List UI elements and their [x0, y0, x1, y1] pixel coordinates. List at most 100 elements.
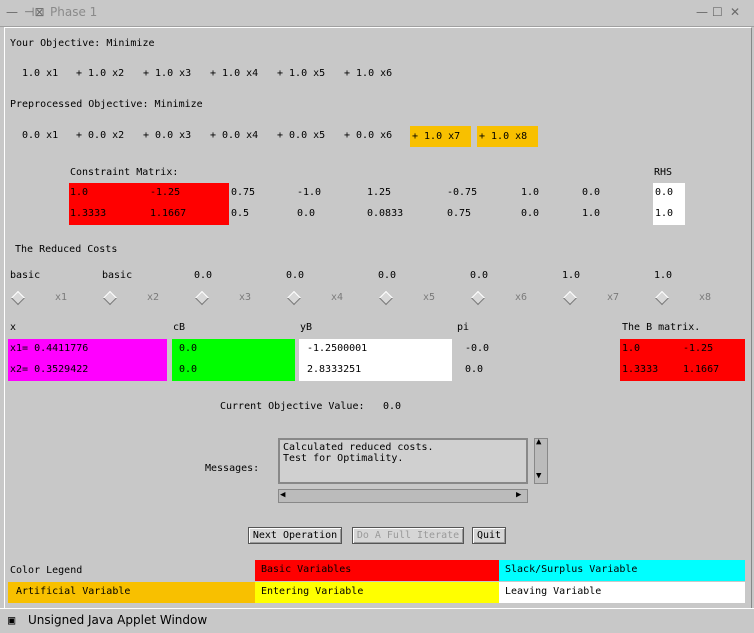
- b-matrix-header: The B matrix.: [622, 322, 701, 333]
- x-value: x1= 0.4411776: [10, 343, 89, 354]
- radio-label-x7: x7: [607, 292, 620, 303]
- preprocessed-term: + 0.0 x5: [277, 130, 326, 141]
- window-menu-icon[interactable]: —: [6, 5, 18, 19]
- x-column: x1= 0.4411776 x2= 0.3529422: [8, 339, 167, 381]
- close-icon[interactable]: ✕: [730, 5, 740, 19]
- preprocessed-label: Preprocessed Objective: Minimize: [10, 99, 203, 110]
- scroll-down-icon[interactable]: ▼: [536, 471, 541, 481]
- cb-value: 0.0: [179, 364, 198, 375]
- matrix-cell: 0.0833: [367, 208, 404, 219]
- legend-slack-variable: Slack/Surplus Variable: [499, 560, 745, 581]
- b-matrix-cell: 1.1667: [683, 364, 720, 375]
- reduced-cost-value: 0.0: [378, 270, 397, 281]
- constraint-matrix-label: Constraint Matrix:: [70, 167, 179, 178]
- status-bar: ▣ Unsigned Java Applet Window: [0, 608, 754, 633]
- objective-term: + 1.0 x4: [210, 68, 259, 79]
- radio-label-x2: x2: [147, 292, 160, 303]
- reduced-cost-value: 1.0: [562, 270, 581, 281]
- scroll-left-icon[interactable]: ◀: [280, 490, 285, 500]
- reduced-cost-value: basic: [10, 270, 41, 281]
- reduced-cost-value: basic: [102, 270, 133, 281]
- radio-label-x5: x5: [423, 292, 436, 303]
- current-objective-label: Current Objective Value:: [220, 401, 365, 412]
- legend-entering-variable: Entering Variable: [255, 582, 499, 603]
- messages-textarea[interactable]: Calculated reduced costs. Test for Optim…: [278, 438, 528, 484]
- matrix-cell: -0.75: [447, 187, 478, 198]
- x-header: x: [10, 322, 17, 333]
- matrix-cell: 1.0: [582, 208, 601, 219]
- preprocessed-term: + 0.0 x4: [210, 130, 259, 141]
- legend-artificial-variable: Artificial Variable: [8, 582, 255, 603]
- radio-label-x8: x8: [699, 292, 712, 303]
- artificial-term-x7: + 1.0 x7: [410, 126, 471, 147]
- message-line: Calculated reduced costs.: [283, 442, 434, 453]
- objective-term: + 1.0 x3: [143, 68, 192, 79]
- cb-value: 0.0: [179, 343, 198, 354]
- radio-label-x3: x3: [239, 292, 252, 303]
- reduced-cost-value: 0.0: [194, 270, 213, 281]
- x-value: x2= 0.3529422: [10, 364, 89, 375]
- matrix-cell: 0.75: [231, 187, 256, 198]
- maximize-icon[interactable]: ☐: [712, 5, 723, 19]
- b-matrix-cell: 1.0: [622, 343, 641, 354]
- objective-term: + 1.0 x2: [76, 68, 125, 79]
- current-objective-value: 0.0: [383, 401, 402, 412]
- matrix-cell: 1.25: [367, 187, 392, 198]
- rhs-cell: 1.0: [655, 208, 674, 219]
- matrix-cell: 0.75: [447, 208, 472, 219]
- title-bar: — ⊣⊠ Phase 1 — ☐ ✕: [0, 0, 754, 27]
- matrix-cell: 0.0: [582, 187, 601, 198]
- radio-label-x6: x6: [515, 292, 528, 303]
- scroll-up-icon[interactable]: ▲: [536, 437, 541, 447]
- color-legend-title: Color Legend: [10, 565, 83, 576]
- preprocessed-term: + 0.0 x2: [76, 130, 125, 141]
- scroll-right-icon[interactable]: ▶: [516, 490, 521, 500]
- radio-label-x4: x4: [331, 292, 344, 303]
- applet-icon: ▣: [8, 613, 16, 627]
- pi-value: 0.0: [465, 364, 484, 375]
- reduced-cost-value: 1.0: [654, 270, 673, 281]
- legend-basic-variables: Basic Variables: [255, 560, 499, 581]
- rhs-label: RHS: [654, 167, 673, 178]
- objective-term: + 1.0 x5: [277, 68, 326, 79]
- matrix-cell: 1.0: [521, 187, 540, 198]
- radio-label-x1: x1: [55, 292, 68, 303]
- messages-vertical-scrollbar[interactable]: ▲ ▼: [534, 437, 548, 484]
- minimize-icon[interactable]: —: [696, 5, 708, 19]
- matrix-cell: 1.3333: [70, 208, 107, 219]
- cb-header: cB: [173, 322, 186, 333]
- b-matrix-cell: 1.3333: [622, 364, 659, 375]
- objective-term: + 1.0 x6: [344, 68, 393, 79]
- rhs-column: 0.0 1.0: [653, 183, 685, 225]
- rhs-cell: 0.0: [655, 187, 674, 198]
- matrix-cell: 0.0: [521, 208, 540, 219]
- matrix-cell: 0.5: [231, 208, 250, 219]
- yb-header: yB: [300, 322, 313, 333]
- b-matrix: 1.0 -1.25 1.3333 1.1667: [620, 339, 745, 381]
- matrix-cell: 1.1667: [150, 208, 187, 219]
- preprocessed-term: + 0.0 x6: [344, 130, 393, 141]
- quit-button[interactable]: Quit: [472, 527, 506, 544]
- applet-frame: [4, 27, 752, 609]
- matrix-cell: -1.0: [297, 187, 322, 198]
- status-text: Unsigned Java Applet Window: [28, 613, 208, 627]
- b-matrix-cell: -1.25: [683, 343, 714, 354]
- window-title: Phase 1: [50, 5, 98, 19]
- pin-icon[interactable]: ⊣⊠: [24, 5, 45, 19]
- messages-horizontal-scrollbar[interactable]: ◀ ▶: [278, 489, 528, 503]
- next-operation-button[interactable]: Next Operation: [248, 527, 342, 544]
- reduced-cost-value: 0.0: [286, 270, 305, 281]
- matrix-cell: 1.0: [70, 187, 89, 198]
- pi-value: -0.0: [465, 343, 490, 354]
- preprocessed-term: 0.0 x1: [22, 130, 59, 141]
- matrix-cell: -1.25: [150, 187, 181, 198]
- pi-header: pi: [457, 322, 470, 333]
- legend-leaving-variable: Leaving Variable: [499, 582, 745, 603]
- messages-label: Messages:: [205, 463, 260, 474]
- full-iterate-button[interactable]: Do A Full Iterate: [352, 527, 464, 544]
- reduced-cost-value: 0.0: [470, 270, 489, 281]
- yb-column: -1.2500001 2.8333251: [299, 339, 452, 381]
- objective-term: 1.0 x1: [22, 68, 59, 79]
- yb-value: 2.8333251: [307, 364, 362, 375]
- preprocessed-term: + 0.0 x3: [143, 130, 192, 141]
